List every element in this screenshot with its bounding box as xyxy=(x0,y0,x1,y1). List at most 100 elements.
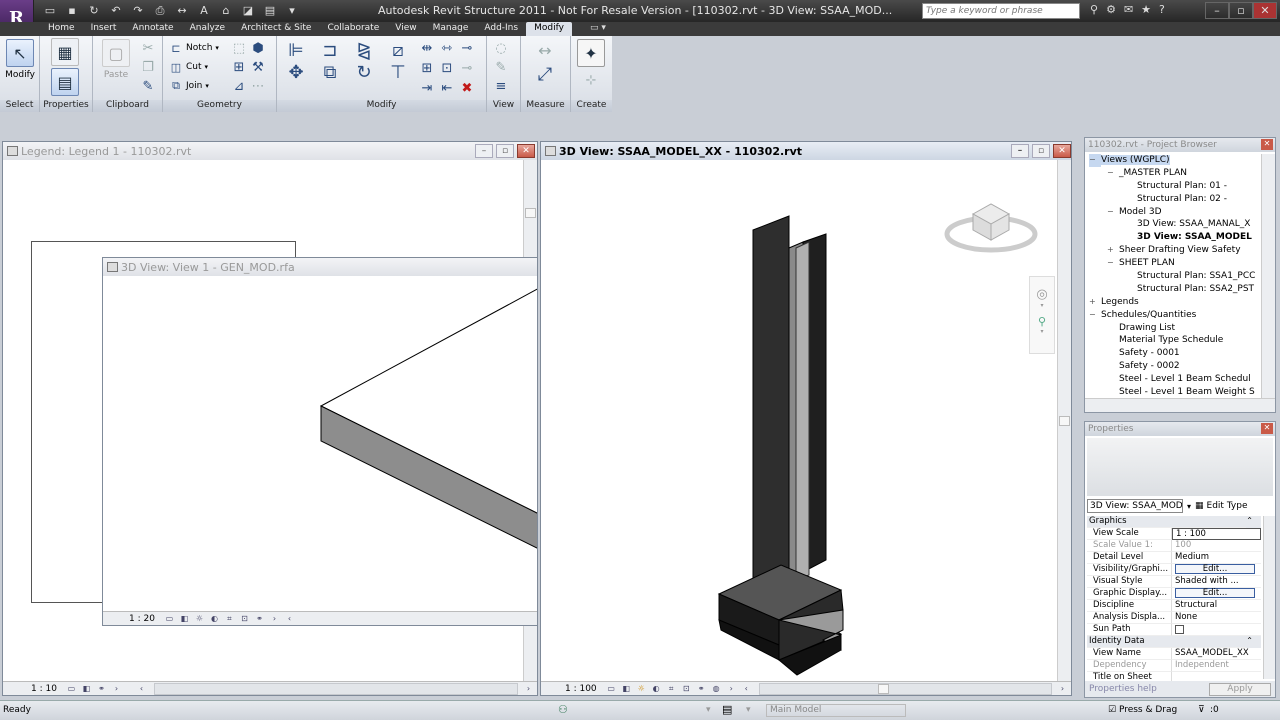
tree-expander-icon[interactable]: − xyxy=(1107,167,1119,180)
project-browser-title[interactable]: 110302.rvt - Project Browser ✕ xyxy=(1085,138,1275,152)
paste-button[interactable]: ▢ Paste xyxy=(99,39,133,80)
tree-expander-icon[interactable]: − xyxy=(1089,309,1101,322)
join-button[interactable]: ⧉ Join ▾ xyxy=(169,79,209,93)
view1-window[interactable]: 3D View: View 1 - GEN_MOD.rfa 1 : 20 ▭ ◧… xyxy=(102,257,538,626)
edit-button[interactable]: Edit... xyxy=(1175,564,1255,574)
create-similar-button[interactable]: ✦ xyxy=(575,39,607,67)
edit-button[interactable]: Edit... xyxy=(1175,588,1255,598)
property-value[interactable]: SSAA_MODEL_XX xyxy=(1172,648,1261,660)
scroll-left-icon[interactable]: ‹ xyxy=(283,614,296,624)
legend-scroll-thumb[interactable] xyxy=(525,208,536,218)
legend-window-title[interactable]: Legend: Legend 1 - 110302.rvt – ▫ ✕ xyxy=(3,142,537,160)
properties-title[interactable]: Properties ✕ xyxy=(1085,422,1275,436)
main3d-minimize-button[interactable]: – xyxy=(1011,144,1029,158)
unjoin-icon[interactable]: ⋯ xyxy=(250,78,266,94)
tree-node[interactable]: Safety - 0001 xyxy=(1085,347,1261,360)
visual-style-icon[interactable]: ◧ xyxy=(620,684,633,694)
zoom-icon[interactable]: ⚲ xyxy=(1030,315,1054,328)
property-value[interactable]: Shaded with ... xyxy=(1172,576,1261,588)
property-value[interactable]: None xyxy=(1172,612,1261,624)
tree-expander-icon[interactable]: − xyxy=(1107,206,1119,219)
property-value[interactable]: 100 xyxy=(1172,540,1261,552)
modify-button[interactable]: ↖ Modify xyxy=(4,39,36,80)
viewcube[interactable] xyxy=(943,192,1039,256)
sun-path-icon[interactable]: ☼ xyxy=(635,684,648,694)
tree-node[interactable]: Structural Plan: SSA1_PCC xyxy=(1085,270,1261,283)
tab-collaborate[interactable]: Collaborate xyxy=(319,22,387,36)
view1-window-title[interactable]: 3D View: View 1 - GEN_MOD.rfa xyxy=(103,258,537,276)
match-type-icon[interactable]: ✎ xyxy=(140,78,156,94)
type-properties-button[interactable]: ▦ xyxy=(48,38,82,66)
steering-dropdown-icon[interactable]: ▾ xyxy=(1030,302,1054,309)
tree-node[interactable]: Structural Plan: 02 - xyxy=(1085,193,1261,206)
press-drag-toggle[interactable]: ☑ Press & Drag xyxy=(1108,705,1177,715)
tree-expander-icon[interactable]: + xyxy=(1107,244,1119,257)
cut-icon[interactable]: ✂ xyxy=(140,40,156,56)
ribbon-minimize-icon[interactable]: ▭ ▾ xyxy=(590,23,606,33)
split-icon[interactable]: ⇹ xyxy=(419,40,435,56)
main3d-horizontal-scrollbar[interactable] xyxy=(758,682,1052,695)
minimize-button[interactable]: – xyxy=(1205,2,1229,19)
legend-scale[interactable]: 1 : 10 xyxy=(3,684,65,694)
tree-node[interactable]: Material Type Schedule xyxy=(1085,334,1261,347)
paint-icon[interactable]: ⬢ xyxy=(250,40,266,56)
property-row[interactable]: Sun Path xyxy=(1087,624,1261,636)
trim-multiple-icon[interactable]: ⇤ xyxy=(439,80,455,96)
close-button[interactable]: ✕ xyxy=(1253,2,1277,19)
scroll-left-icon[interactable]: ‹ xyxy=(135,684,148,694)
reveal-icon[interactable]: ◍ xyxy=(710,684,723,694)
copy-element-icon[interactable]: ⧉ xyxy=(315,62,345,83)
detail-level-icon[interactable]: ▭ xyxy=(163,614,176,624)
tree-node[interactable]: − _MASTER PLAN xyxy=(1085,167,1261,180)
detail-level-icon[interactable]: ▭ xyxy=(605,684,618,694)
main-3d-view-window[interactable]: 3D View: SSAA_MODEL_XX - 110302.rvt – ▫ … xyxy=(540,141,1072,696)
unpin-icon[interactable]: ⊸ xyxy=(459,60,475,76)
property-row[interactable]: Scale Value 1: 100 xyxy=(1087,540,1261,552)
trim-extend-icon[interactable]: ⊤ xyxy=(383,62,413,83)
wall-joins-icon[interactable]: ⊞ xyxy=(231,59,247,75)
property-value[interactable]: Medium xyxy=(1172,552,1261,564)
delete-icon[interactable]: ✖ xyxy=(459,80,475,96)
workset-dropdown-icon[interactable]: ▾ xyxy=(706,705,711,715)
project-browser-vscroll[interactable] xyxy=(1261,154,1275,398)
type-selector[interactable]: 3D View: SSAA_MOD xyxy=(1087,499,1183,513)
apply-button[interactable]: Apply xyxy=(1209,683,1271,696)
worksharing-icon[interactable]: ⚇ xyxy=(558,703,568,716)
view1-scale[interactable]: 1 : 20 xyxy=(103,614,163,624)
mirror-axis-icon[interactable]: ⧎ xyxy=(349,40,379,61)
more-icon[interactable]: › xyxy=(110,684,123,694)
tab-manage[interactable]: Manage xyxy=(425,22,477,36)
offset-icon[interactable]: ⊐ xyxy=(315,40,345,61)
lightbulb-icon[interactable]: ◌ xyxy=(493,40,509,56)
property-value[interactable]: 1 : 100 xyxy=(1172,528,1261,540)
properties-button[interactable]: ▤ xyxy=(48,68,82,96)
pin-icon[interactable]: ⊸ xyxy=(459,40,475,56)
temp-hide-icon[interactable]: ⚭ xyxy=(95,684,108,694)
scale-icon[interactable]: ⊡ xyxy=(439,60,455,76)
linework-icon[interactable]: ≡ xyxy=(493,78,509,94)
collapse-icon[interactable]: ⌃ xyxy=(1246,516,1261,528)
sync-icon[interactable]: ↻ xyxy=(86,3,102,18)
main3d-close-button[interactable]: ✕ xyxy=(1053,144,1071,158)
type-dropdown-icon[interactable]: ▾ xyxy=(1187,502,1191,511)
help-icon[interactable]: ? xyxy=(1159,3,1165,16)
search-icon[interactable]: ⚲ xyxy=(1090,3,1098,16)
tree-node[interactable]: Steel - Level 1 Beam Schedul xyxy=(1085,373,1261,386)
tab-analyze[interactable]: Analyze xyxy=(182,22,233,36)
print-icon[interactable]: ⎙ xyxy=(152,3,168,18)
more-icon[interactable]: › xyxy=(268,614,281,624)
steering-wheel-icon[interactable]: ◎ xyxy=(1030,287,1054,302)
sun-path-checkbox[interactable] xyxy=(1175,625,1184,634)
temp-hide-icon[interactable]: ⚭ xyxy=(695,684,708,694)
tree-node[interactable]: Drawing List xyxy=(1085,322,1261,335)
property-edit-button[interactable]: Edit... xyxy=(1172,588,1261,600)
split-gap-icon[interactable]: ⇿ xyxy=(439,40,455,56)
favorites-icon[interactable]: ★ xyxy=(1141,3,1151,16)
split-face-icon[interactable]: ⬚ xyxy=(231,40,247,56)
legend-maximize-button[interactable]: ▫ xyxy=(496,144,514,158)
temp-hide-icon[interactable]: ⚭ xyxy=(253,614,266,624)
tree-node[interactable]: 3D View: SSAA_MANAL_X xyxy=(1085,218,1261,231)
save-icon[interactable]: ▪ xyxy=(64,3,80,18)
subscription-icon[interactable]: ⚙ xyxy=(1106,3,1116,16)
create-group-icon[interactable]: ⊹ xyxy=(579,72,603,88)
